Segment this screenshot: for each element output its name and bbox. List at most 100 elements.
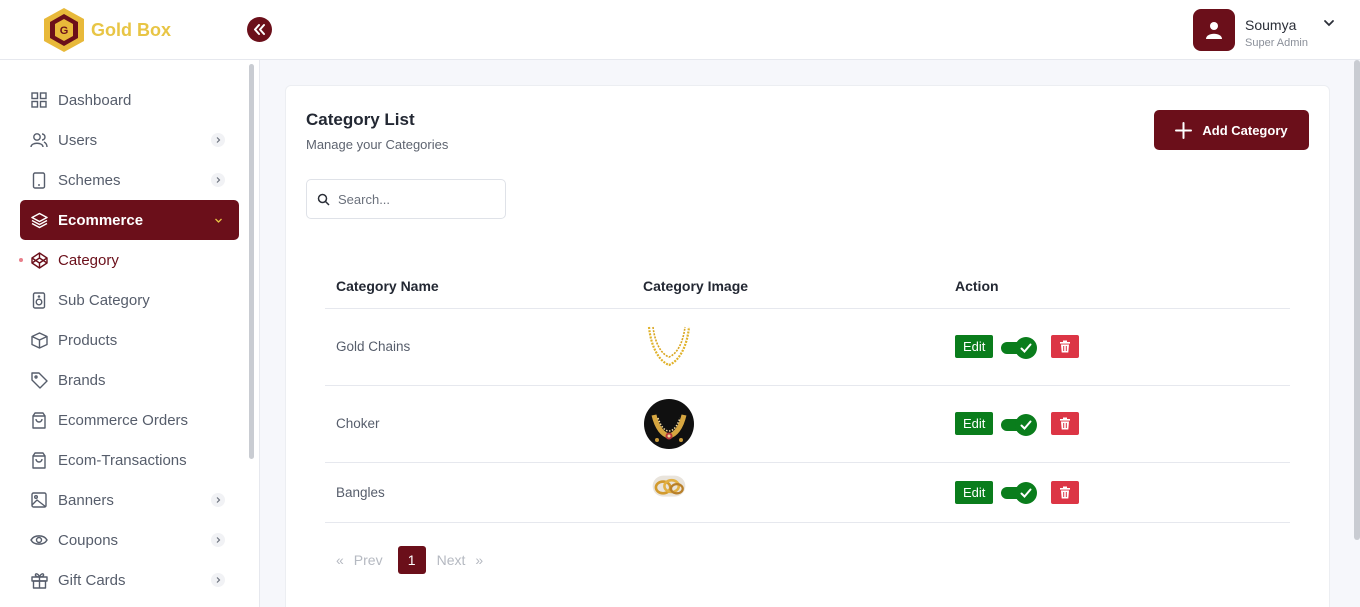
- chevron-down-icon: [211, 213, 225, 227]
- trash-icon: [1060, 417, 1071, 430]
- sidebar-item-label: Dashboard: [58, 91, 132, 109]
- gold-chain-image: [647, 326, 691, 366]
- brand-name: Gold Box: [91, 19, 171, 40]
- sidebar-item-label: Coupons: [58, 531, 119, 549]
- column-header[interactable]: Category Image: [632, 264, 944, 309]
- sidebar-item-gift-cards[interactable]: Gift Cards: [20, 560, 239, 600]
- gold-box-logo-icon: G: [44, 8, 84, 52]
- chevron-right-icon: [211, 173, 225, 187]
- layers-icon: [30, 211, 48, 229]
- status-toggle[interactable]: [1001, 482, 1038, 504]
- current-page-button[interactable]: 1: [397, 546, 426, 574]
- sidebar-item-banners[interactable]: Banners: [20, 480, 239, 520]
- trash-icon: [1060, 486, 1071, 498]
- svg-text:G: G: [60, 25, 69, 37]
- brand-logo[interactable]: G Gold Box: [42, 6, 171, 54]
- avatar: [1193, 9, 1235, 51]
- search-icon: [317, 193, 330, 206]
- edit-button[interactable]: Edit: [955, 335, 994, 358]
- pagination: « Prev 1 Next »: [336, 546, 483, 574]
- collapse-sidebar-button[interactable]: [247, 17, 272, 42]
- table-row: Bangles Edit: [325, 462, 1290, 523]
- check-icon: [1020, 343, 1032, 353]
- category-name-cell: Choker: [325, 385, 632, 463]
- category-table: Category Name Category Image Action Gold…: [325, 264, 1290, 523]
- sidebar-item-label: Gift Cards: [58, 571, 126, 589]
- sidebar-item-label: Ecommerce: [58, 211, 144, 229]
- sidebar-item-coupons[interactable]: Coupons: [20, 520, 239, 560]
- status-toggle[interactable]: [1001, 336, 1038, 359]
- next-page-button[interactable]: Next: [437, 546, 466, 574]
- sidebar-item-brands[interactable]: Brands: [20, 360, 239, 400]
- sidebar-item-products[interactable]: Products: [20, 320, 239, 360]
- sidebar-scrollbar[interactable]: [249, 64, 254, 459]
- column-header[interactable]: Category Name: [325, 264, 632, 309]
- column-header[interactable]: Action: [944, 264, 1290, 309]
- choker-image: [644, 398, 694, 449]
- edit-button[interactable]: Edit: [955, 412, 994, 435]
- chevron-right-icon: [211, 493, 225, 507]
- plus-icon: [1175, 121, 1193, 139]
- box-icon: [30, 331, 48, 349]
- page-scrollbar[interactable]: [1354, 60, 1360, 540]
- shopping-bag-icon: [30, 411, 48, 429]
- search-box: [306, 179, 506, 219]
- chevron-right-icon: [211, 133, 225, 147]
- grid-icon: [30, 91, 48, 109]
- page-subtitle: Manage your Categories: [306, 137, 449, 152]
- sidebar-item-label: Schemes: [58, 171, 121, 189]
- eye-icon: [30, 531, 48, 549]
- sidebar-item-category[interactable]: Category: [19, 240, 239, 280]
- next-arrow[interactable]: »: [475, 546, 483, 574]
- add-category-button[interactable]: Add Category: [1154, 110, 1309, 150]
- sidebar-item-label: Sub Category: [58, 291, 150, 309]
- trash-icon: [1060, 340, 1071, 353]
- category-list-card: Category List Manage your Categories Add…: [285, 85, 1330, 607]
- prev-arrow[interactable]: «: [336, 546, 344, 574]
- sidebar-item-label: Category: [58, 251, 119, 269]
- status-toggle[interactable]: [1001, 413, 1038, 436]
- speaker-icon: [30, 291, 48, 309]
- user-menu[interactable]: Soumya Super Admin: [1193, 9, 1334, 51]
- delete-button[interactable]: [1051, 480, 1080, 504]
- delete-button[interactable]: [1051, 412, 1080, 435]
- chevron-right-icon: [211, 573, 225, 587]
- chevron-down-icon[interactable]: [1323, 17, 1335, 29]
- sidebar-item-users[interactable]: Users: [20, 120, 239, 160]
- sidebar-item-dashboard[interactable]: Dashboard: [20, 80, 239, 120]
- search-input[interactable]: [338, 191, 488, 207]
- category-name-cell: Gold Chains: [325, 308, 632, 386]
- edit-button[interactable]: Edit: [955, 480, 994, 504]
- double-chevron-left-icon: [254, 24, 265, 35]
- sidebar-item-label: Ecommerce Orders: [58, 411, 189, 429]
- sidebar-item-label: Users: [58, 131, 98, 149]
- sidebar-item-ecom-transactions[interactable]: Ecom-Transactions: [20, 440, 239, 480]
- users-icon: [30, 131, 48, 149]
- sidebar-item-label: Banners: [58, 491, 114, 509]
- delete-button[interactable]: [1051, 335, 1080, 358]
- tablet-icon: [30, 171, 48, 189]
- sidebar-item-label: Products: [58, 331, 118, 349]
- sidebar-item-ecommerce[interactable]: Ecommerce: [20, 200, 239, 240]
- sidebar: Dashboard Users Schemes Ecommerce Catego…: [0, 60, 260, 607]
- sidebar-item-sub-category[interactable]: Sub Category: [20, 280, 239, 320]
- user-name: Soumya: [1245, 16, 1297, 33]
- check-icon: [1020, 420, 1032, 430]
- sidebar-item-ecommerce-orders[interactable]: Ecommerce Orders: [20, 400, 239, 440]
- sidebar-item-label: Brands: [58, 371, 106, 389]
- top-header: G Gold Box Soumya Super Admin: [0, 0, 1360, 60]
- prev-page-button[interactable]: Prev: [354, 546, 383, 574]
- page-title: Category List: [306, 110, 415, 129]
- codepen-icon: [30, 251, 48, 269]
- image-icon: [30, 491, 48, 509]
- chevron-right-icon: [211, 533, 225, 547]
- check-icon: [1020, 488, 1032, 498]
- sidebar-nav: Dashboard Users Schemes Ecommerce Catego…: [19, 80, 239, 600]
- table-row: Gold Chains Edit: [325, 308, 1290, 386]
- sidebar-item-schemes[interactable]: Schemes: [20, 160, 239, 200]
- sidebar-item-label: Ecom-Transactions: [58, 451, 187, 469]
- category-name-cell: Bangles: [325, 462, 632, 523]
- tag-icon: [30, 371, 48, 389]
- user-role: Super Admin: [1245, 36, 1308, 49]
- bangles-image: [652, 475, 686, 497]
